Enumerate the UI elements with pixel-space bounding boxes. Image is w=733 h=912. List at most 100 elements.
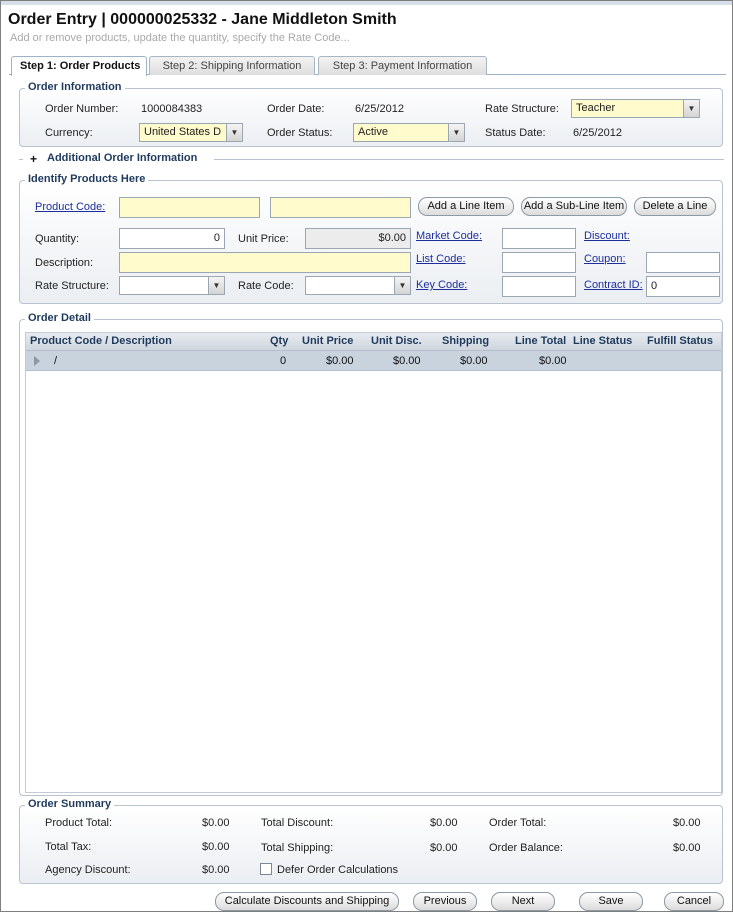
order-date-value: 6/25/2012	[355, 103, 404, 115]
expand-row-icon[interactable]	[34, 356, 40, 366]
description-label: Description:	[35, 257, 94, 269]
order-number-label: Order Number:	[45, 103, 119, 115]
currency-select[interactable]: United States D ▼	[139, 123, 243, 142]
order-balance-label: Order Balance:	[489, 842, 563, 854]
contract-id-input[interactable]: 0	[646, 276, 720, 297]
identify-products-legend: Identify Products Here	[25, 173, 149, 185]
cell-unit-price: $0.00	[326, 355, 354, 367]
list-code-link[interactable]: List Code:	[416, 253, 466, 265]
column-header-shipping[interactable]: Shipping	[442, 335, 489, 347]
cell-line-total: $0.00	[539, 355, 567, 367]
next-button[interactable]: Next	[491, 892, 555, 911]
description-input[interactable]	[119, 252, 411, 273]
total-shipping-label: Total Shipping:	[261, 842, 334, 854]
rate-structure-selected: Teacher	[576, 102, 616, 114]
total-tax-label: Total Tax:	[45, 841, 92, 853]
agency-discount-value: $0.00	[202, 864, 230, 876]
previous-button[interactable]: Previous	[413, 892, 477, 911]
table-row[interactable]: / 0 $0.00 $0.00 $0.00 $0.00	[26, 351, 721, 371]
calculate-discounts-shipping-button[interactable]: Calculate Discounts and Shipping	[215, 892, 399, 911]
order-detail-grid: Product Code / Description Qty Unit Pric…	[25, 332, 722, 793]
line-rate-structure-select[interactable]: ▼	[119, 276, 225, 295]
product-code-link[interactable]: Product Code:	[35, 201, 105, 213]
additional-order-information-toggle[interactable]: Additional Order Information	[47, 152, 197, 164]
market-code-input[interactable]	[502, 228, 576, 249]
cancel-button[interactable]: Cancel	[664, 892, 724, 911]
page-title: Order Entry | 000000025332 - Jane Middle…	[8, 11, 397, 28]
quantity-input[interactable]: 0	[119, 228, 225, 249]
divider	[214, 159, 724, 160]
total-discount-label: Total Discount:	[261, 817, 334, 829]
product-total-value: $0.00	[202, 817, 230, 829]
rate-code-select[interactable]: ▼	[305, 276, 411, 295]
total-shipping-value: $0.00	[430, 842, 458, 854]
agency-discount-label: Agency Discount:	[45, 864, 131, 876]
list-code-input[interactable]	[502, 252, 576, 273]
column-header-unit-price[interactable]: Unit Price	[302, 335, 353, 347]
order-detail-legend: Order Detail	[25, 312, 94, 324]
column-header-line-total[interactable]: Line Total	[515, 335, 566, 347]
product-name-input[interactable]	[270, 197, 411, 218]
expand-icon[interactable]: +	[30, 152, 37, 166]
add-line-item-button[interactable]: Add a Line Item	[418, 197, 514, 216]
cell-unit-disc: $0.00	[393, 355, 421, 367]
order-status-selected: Active	[358, 126, 388, 138]
total-discount-value: $0.00	[430, 817, 458, 829]
cell-qty: 0	[280, 355, 287, 367]
window-top-bar	[1, 1, 732, 5]
defer-order-calculations-checkbox[interactable]	[260, 863, 272, 875]
coupon-link[interactable]: Coupon:	[584, 253, 626, 265]
total-tax-value: $0.00	[202, 841, 230, 853]
tab-shipping-information[interactable]: Step 2: Shipping Information	[149, 56, 315, 75]
add-sub-line-item-button[interactable]: Add a Sub-Line Item	[521, 197, 627, 216]
rate-code-label: Rate Code:	[238, 280, 294, 292]
tab-payment-information[interactable]: Step 3: Payment Information	[318, 56, 487, 75]
column-header-fulfill-status[interactable]: Fulfill Status	[647, 335, 713, 347]
rate-structure-label: Rate Structure:	[485, 103, 559, 115]
status-date-value: 6/25/2012	[573, 127, 622, 139]
product-total-label: Product Total:	[45, 817, 113, 829]
column-header-product[interactable]: Product Code / Description	[30, 335, 172, 347]
order-total-label: Order Total:	[489, 817, 547, 829]
tab-order-products[interactable]: Step 1: Order Products	[11, 56, 147, 76]
chevron-down-icon[interactable]: ▼	[448, 124, 464, 141]
cell-shipping: $0.00	[460, 355, 488, 367]
rate-structure-select[interactable]: Teacher ▼	[571, 99, 700, 118]
currency-selected: United States D	[144, 126, 222, 138]
chevron-down-icon[interactable]: ▼	[208, 277, 224, 294]
save-button[interactable]: Save	[579, 892, 643, 911]
chevron-down-icon[interactable]: ▼	[226, 124, 242, 141]
chevron-down-icon[interactable]: ▼	[394, 277, 410, 294]
page-subtitle: Add or remove products, update the quant…	[10, 32, 350, 44]
order-status-label: Order Status:	[267, 127, 333, 139]
status-date-label: Status Date:	[485, 127, 546, 139]
unit-price-input[interactable]: $0.00	[305, 228, 411, 249]
market-code-link[interactable]: Market Code:	[416, 230, 482, 242]
key-code-input[interactable]	[502, 276, 576, 297]
column-header-qty[interactable]: Qty	[270, 335, 288, 347]
discount-link[interactable]: Discount:	[584, 230, 630, 242]
order-date-label: Order Date:	[267, 103, 325, 115]
divider	[19, 159, 23, 160]
contract-id-link[interactable]: Contract ID:	[584, 279, 643, 291]
order-status-select[interactable]: Active ▼	[353, 123, 465, 142]
column-header-unit-disc[interactable]: Unit Disc.	[371, 335, 422, 347]
key-code-link[interactable]: Key Code:	[416, 279, 467, 291]
delete-line-button[interactable]: Delete a Line	[634, 197, 716, 216]
grid-header: Product Code / Description Qty Unit Pric…	[26, 333, 721, 351]
chevron-down-icon[interactable]: ▼	[683, 100, 699, 117]
order-information-legend: Order Information	[25, 81, 125, 93]
cell-product: /	[54, 355, 58, 367]
column-header-line-status[interactable]: Line Status	[573, 335, 632, 347]
order-summary-legend: Order Summary	[25, 798, 115, 810]
defer-order-calculations-label: Defer Order Calculations	[277, 864, 399, 876]
order-total-value: $0.00	[673, 817, 701, 829]
unit-price-label: Unit Price:	[238, 233, 289, 245]
quantity-label: Quantity:	[35, 233, 80, 245]
line-rate-structure-label: Rate Structure:	[35, 280, 109, 292]
product-code-input[interactable]	[119, 197, 260, 218]
order-balance-value: $0.00	[673, 842, 701, 854]
order-number-value: 1000084383	[141, 103, 203, 115]
coupon-input[interactable]	[646, 252, 720, 273]
currency-label: Currency:	[45, 127, 93, 139]
